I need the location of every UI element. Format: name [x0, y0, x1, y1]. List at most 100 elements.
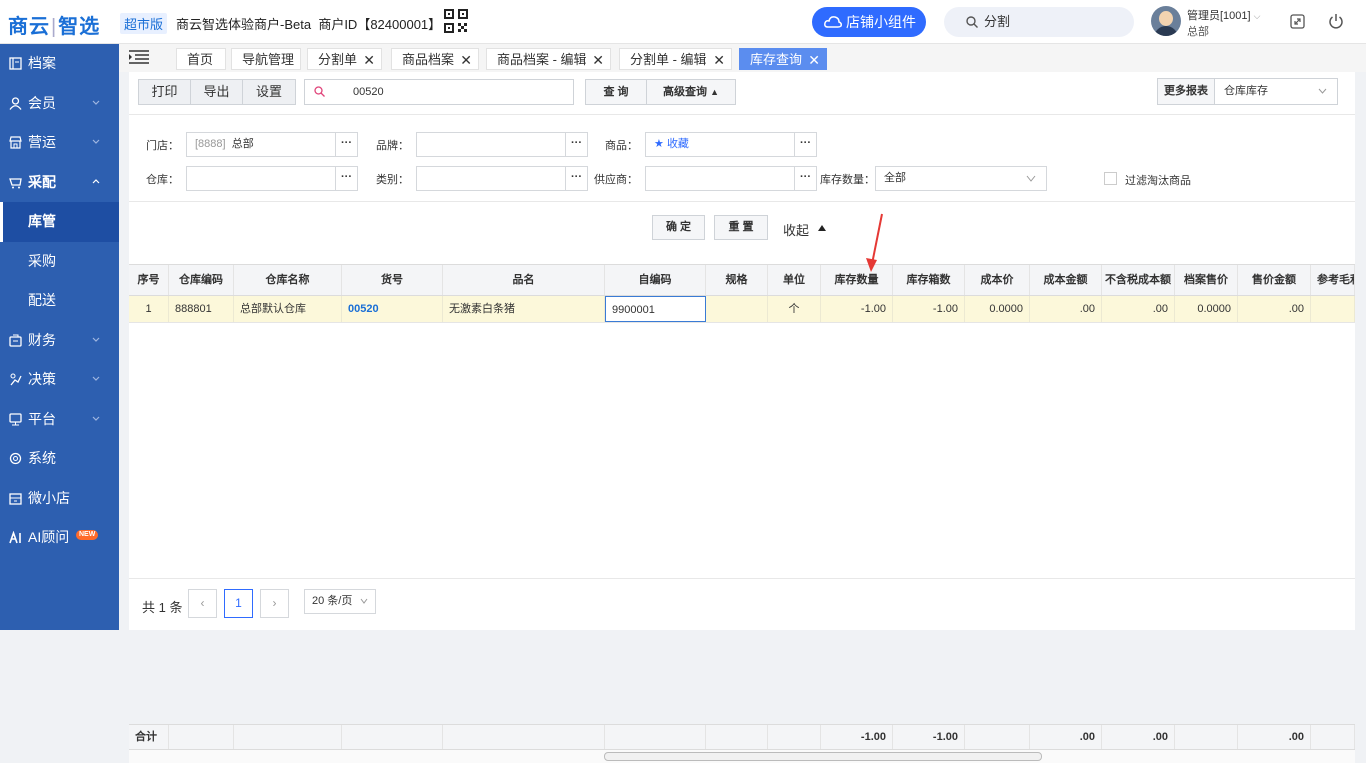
product-field[interactable]: ★ 收藏 ··· [645, 132, 817, 157]
stock-qty-select[interactable]: 全部 [875, 166, 1047, 191]
sidebar-item-distribution[interactable]: 配送 [0, 281, 119, 321]
print-button[interactable]: 打印 [139, 80, 191, 104]
col-header[interactable]: 仓库名称 [234, 265, 342, 295]
col-header[interactable]: 成本金额 [1030, 265, 1102, 295]
menu-collapse-icon[interactable] [129, 50, 149, 64]
user-store: 总部 [1187, 26, 1209, 38]
sidebar-item-purchase[interactable]: 采配 [0, 163, 119, 203]
prev-page-button[interactable]: ‹ [188, 589, 217, 618]
avatar[interactable] [1151, 6, 1181, 36]
collapse-toggle[interactable]: 收起 [783, 220, 826, 239]
close-icon[interactable]: ✕ [713, 49, 725, 71]
page-button[interactable]: 1 [224, 589, 253, 618]
scrollbar-thumb[interactable] [604, 752, 1042, 761]
warehouse-field[interactable]: ··· [186, 166, 358, 191]
favorite-link[interactable]: 收藏 [667, 138, 689, 150]
page-size-select[interactable]: 20 条/页 [304, 589, 376, 614]
col-header[interactable]: 不含税成本额 [1102, 265, 1175, 295]
warehouse-picker-button[interactable]: ··· [335, 167, 357, 190]
sidebar-item-ai-advisor[interactable]: AI顾问 NEW [0, 518, 119, 558]
col-header[interactable]: 序号 [129, 265, 169, 295]
col-header[interactable]: 库存箱数 [893, 265, 965, 295]
horizontal-scrollbar[interactable] [129, 750, 1355, 763]
col-header[interactable]: 成本价 [965, 265, 1030, 295]
more-reports-select[interactable]: 更多报表 仓库库存 [1157, 78, 1338, 105]
page-size-value: 20 条/页 [312, 595, 353, 607]
settings-button[interactable]: 设置 [243, 80, 295, 104]
cell-sale-amount: .00 [1238, 296, 1311, 322]
cell-unit: 个 [768, 296, 821, 322]
table-footer: 合计 -1.00 -1.00 .00 .00 .00 [129, 724, 1355, 750]
category-field[interactable]: ··· [416, 166, 588, 191]
col-header[interactable]: 货号 [342, 265, 443, 295]
sidebar-item-label: 决策 [28, 371, 56, 387]
col-header[interactable]: 品名 [443, 265, 605, 295]
chevron-up-icon [92, 178, 100, 183]
logout-icon[interactable] [1328, 13, 1344, 29]
reset-button[interactable]: 重 置 [714, 215, 768, 240]
sidebar-item-system[interactable]: 系统 [0, 439, 119, 479]
tab-split-order[interactable]: 分割单 ✕ [307, 48, 382, 70]
export-button[interactable]: 导出 [191, 80, 243, 104]
product-picker-button[interactable]: ··· [794, 133, 816, 156]
brand-field[interactable]: ··· [416, 132, 588, 157]
sidebar-item-inventory[interactable]: 库管 [0, 202, 119, 242]
store-field[interactable]: [8888] 总部 ··· [186, 132, 358, 157]
purchase-icon [9, 177, 22, 188]
close-icon[interactable]: ✕ [363, 49, 375, 71]
logo-right: 智选 [58, 16, 101, 38]
brand-picker-button[interactable]: ··· [565, 133, 587, 156]
col-header[interactable]: 自编码 [605, 265, 706, 295]
sidebar-item-decision[interactable]: 决策 [0, 360, 119, 400]
table-row[interactable]: 1 888801 总部默认仓库 00520 无激素白条猪 9900001 个 -… [129, 296, 1355, 323]
sidebar-item-platform[interactable]: 平台 [0, 400, 119, 440]
category-picker-button[interactable]: ··· [565, 167, 587, 190]
cell-index: 1 [129, 296, 169, 322]
product-search-input[interactable]: 00520 [304, 79, 574, 105]
tab-product-archive[interactable]: 商品档案 ✕ [391, 48, 479, 70]
sidebar-item-procurement[interactable]: 采购 [0, 242, 119, 282]
store-picker-button[interactable]: ··· [335, 133, 357, 156]
cell-ref-margin [1311, 296, 1355, 322]
supplier-picker-button[interactable]: ··· [794, 167, 816, 190]
tab-product-archive-edit[interactable]: 商品档案 - 编辑 ✕ [486, 48, 611, 70]
col-header[interactable]: 仓库编码 [169, 265, 234, 295]
confirm-button[interactable]: 确 定 [652, 215, 705, 240]
col-header[interactable]: 参考毛利 [1311, 265, 1355, 295]
col-header[interactable]: 规格 [706, 265, 768, 295]
user-name[interactable]: 管理员[1001] ⌵ [1187, 7, 1260, 23]
sidebar-item-label: 平台 [28, 410, 56, 427]
footer-cell [605, 725, 706, 749]
advanced-query-button[interactable]: 高级查询 ▲ [646, 79, 736, 105]
more-reports-label: 更多报表 [1158, 79, 1215, 104]
col-header[interactable]: 档案售价 [1175, 265, 1238, 295]
report-select-value: 仓库库存 [1224, 85, 1268, 97]
tab-inventory-query[interactable]: 库存查询 ✕ [739, 48, 827, 70]
tab-nav-management[interactable]: 导航管理 [231, 48, 301, 70]
col-header[interactable]: 售价金额 [1238, 265, 1311, 295]
sidebar-item-operation[interactable]: 营运 [0, 123, 119, 163]
shop-widget-button[interactable]: 店铺小组件 [812, 7, 926, 37]
sidebar-item-finance[interactable]: 财务 [0, 321, 119, 361]
app-logo[interactable]: 商云|智选 [8, 10, 100, 39]
tab-split-order-edit[interactable]: 分割单 - 编辑 ✕ [619, 48, 732, 70]
close-icon[interactable]: ✕ [460, 49, 472, 71]
supplier-field[interactable]: ··· [645, 166, 817, 191]
cell-item-code-link[interactable]: 00520 [342, 296, 443, 322]
next-page-button[interactable]: › [260, 589, 289, 618]
tab-home[interactable]: 首页 [176, 48, 226, 70]
sidebar-item-mini-shop[interactable]: 微小店 [0, 479, 119, 519]
cell-custom-code-input[interactable]: 9900001 [605, 296, 706, 322]
sidebar-item-member[interactable]: 会员 [0, 84, 119, 124]
tab-label: 库存查询 [750, 52, 803, 67]
sidebar-item-archive[interactable]: 档案 [0, 44, 119, 84]
global-search-input[interactable]: 分割 [944, 7, 1134, 37]
query-button[interactable]: 查 询 [585, 79, 647, 105]
filter-discontinued-checkbox[interactable] [1104, 172, 1117, 185]
fullscreen-icon[interactable] [1290, 14, 1305, 29]
close-icon[interactable]: ✕ [592, 49, 604, 71]
qr-code-icon[interactable] [444, 9, 468, 33]
filter-discontinued-label: 过滤淘汰商品 [1125, 175, 1191, 187]
col-header[interactable]: 单位 [768, 265, 821, 295]
close-icon[interactable]: ✕ [808, 49, 820, 71]
